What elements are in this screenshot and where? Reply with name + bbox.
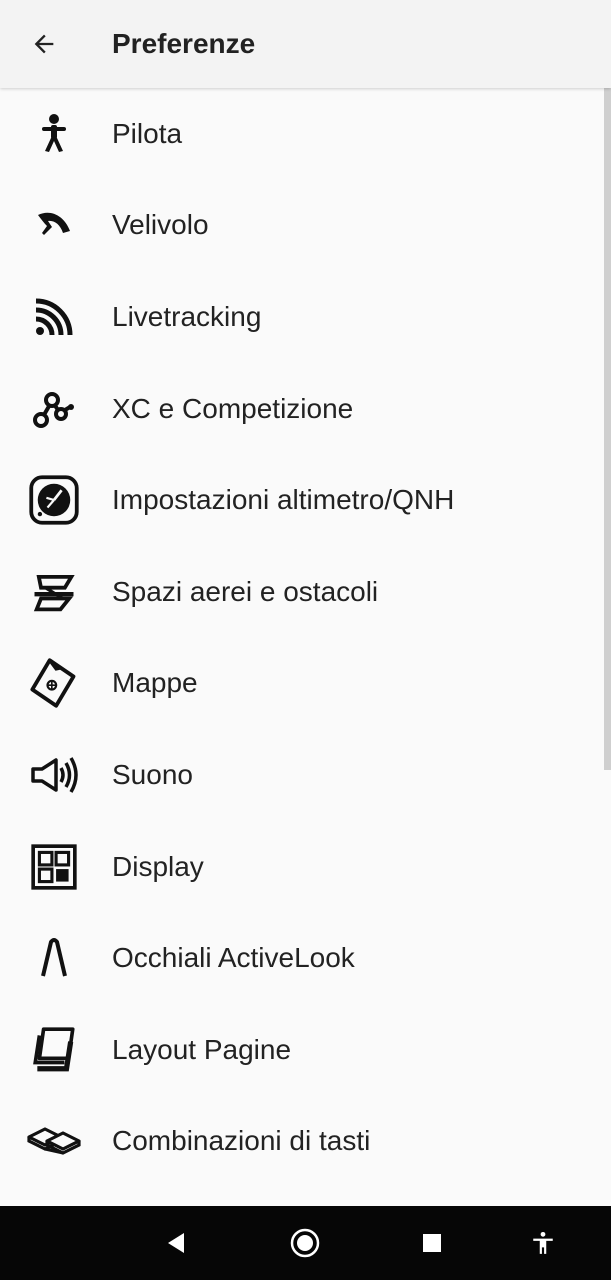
menu-item-label: Layout Pagine (112, 1033, 292, 1065)
menu-item-label: XC e Competizione (112, 392, 354, 424)
nav-home-button[interactable] (282, 1220, 328, 1266)
menu-item-livetracking[interactable]: Livetracking (0, 271, 611, 363)
speaker-icon (24, 745, 84, 805)
glider-icon (24, 195, 84, 255)
nav-back-icon (168, 1233, 184, 1253)
menu-item-suono[interactable]: Suono (0, 729, 611, 821)
menu-item-combinazioni-tasti[interactable]: Combinazioni di tasti (0, 1096, 611, 1188)
menu-item-label: Livetracking (112, 300, 262, 332)
nav-recents-button[interactable] (409, 1220, 455, 1266)
route-nodes-icon (24, 379, 84, 439)
nav-back-button[interactable] (153, 1220, 199, 1266)
preferences-list: Pilota Velivolo Livetracking XC e Compet… (0, 88, 611, 1206)
keys-icon (24, 1111, 84, 1171)
menu-item-layout-pagine[interactable]: Layout Pagine (0, 1004, 611, 1096)
menu-item-spazi-aerei[interactable]: Spazi aerei e ostacoli (0, 546, 611, 638)
airspace-icon (24, 562, 84, 622)
map-icon (24, 653, 84, 713)
menu-item-pilota[interactable]: Pilota (0, 88, 611, 180)
page-title: Preferenze (112, 28, 256, 59)
menu-item-display[interactable]: Display (0, 821, 611, 913)
system-navigation-bar (0, 1206, 611, 1280)
menu-item-altimetro-qnh[interactable]: Impostazioni altimetro/QNH (0, 454, 611, 546)
menu-item-label: Pilota (112, 117, 183, 149)
scrollbar[interactable] (604, 88, 611, 770)
menu-item-label: Combinazioni di tasti (112, 1125, 371, 1157)
nav-recents-icon (423, 1234, 441, 1252)
display-grid-icon (24, 837, 84, 897)
altimeter-icon (24, 470, 84, 530)
rss-signal-icon (24, 287, 84, 347)
preferences-screen: Preferenze Pilota Velivolo Livetracking … (0, 0, 611, 1280)
menu-item-label: Spazi aerei e ostacoli (112, 575, 379, 607)
menu-item-mappe[interactable]: Mappe (0, 638, 611, 730)
accessibility-icon (533, 1231, 553, 1254)
accessibility-button[interactable] (520, 1220, 566, 1266)
menu-item-label: Occhiali ActiveLook (112, 942, 355, 974)
pages-layout-icon (24, 1020, 84, 1080)
menu-item-occhiali-activelook[interactable]: Occhiali ActiveLook (0, 912, 611, 1004)
menu-item-velivolo[interactable]: Velivolo (0, 180, 611, 272)
nav-home-icon (290, 1228, 320, 1258)
menu-item-label: Display (112, 850, 204, 882)
app-bar: Preferenze (0, 0, 611, 88)
menu-item-label: Impostazioni altimetro/QNH (112, 484, 455, 516)
glasses-icon (24, 928, 84, 988)
menu-item-xc-competizione[interactable]: XC e Competizione (0, 363, 611, 455)
pilot-icon (24, 104, 84, 164)
menu-item-label: Velivolo (112, 209, 209, 241)
arrow-left-icon (34, 34, 54, 54)
menu-item-label: Suono (112, 758, 193, 790)
back-button[interactable] (22, 22, 66, 66)
menu-item-label: Mappe (112, 667, 198, 699)
